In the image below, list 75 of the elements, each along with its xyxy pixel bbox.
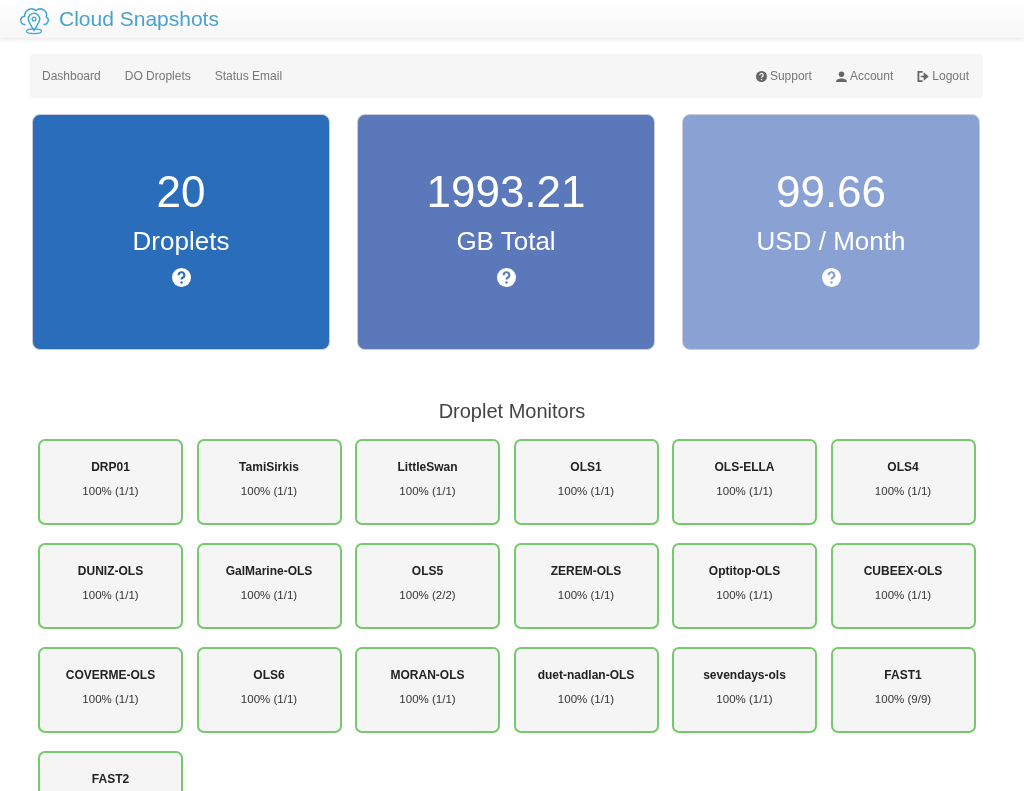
nav-link[interactable]: Dashboard [42, 69, 101, 83]
droplet-name: FAST2 [91, 772, 130, 786]
monitor-card[interactable]: CUBEEX-OLS 100% (1/1) [830, 543, 976, 629]
monitor-card[interactable]: sevendays-ols 100% (1/1) [672, 647, 817, 733]
monitor-card[interactable]: LittleSwan 100% (1/1) [355, 439, 500, 525]
monitor-card[interactable]: DRP01 100% (1/1) [38, 439, 183, 525]
logout-icon [917, 70, 930, 82]
uptime-status: 100% (1/1) [399, 485, 456, 497]
user-icon [835, 70, 847, 82]
monitor-card[interactable]: ZEREM-OLS 100% (1/1) [513, 543, 659, 629]
nav-link[interactable]: Support [755, 69, 812, 83]
nav-link[interactable]: Status Email [214, 69, 283, 83]
help-icon[interactable] [496, 268, 516, 287]
uptime-status: 100% (1/1) [874, 589, 932, 601]
droplet-name: DRP01 [91, 460, 130, 474]
monitor-card[interactable]: Optitop-OLS 100% (1/1) [672, 543, 817, 629]
droplet-name: COVERME-OLS [65, 668, 156, 682]
monitor-card[interactable]: TamiSirkis 100% (1/1) [196, 439, 342, 525]
droplet-name: FAST1 [884, 668, 922, 682]
uptime-status: 100% (1/1) [240, 485, 298, 497]
droplet-name: GalMarine-OLS [225, 564, 313, 578]
uptime-status: 100% (1/1) [240, 693, 298, 705]
stat-value: 99.66 [775, 166, 887, 218]
droplet-name: OLS6 [253, 668, 285, 682]
droplet-name: OLS4 [887, 460, 919, 474]
nav-link[interactable]: DO Droplets [124, 69, 191, 83]
stat-label: Droplets [132, 226, 230, 257]
nav-link[interactable]: Logout [917, 69, 969, 83]
uptime-status: 100% (1/1) [399, 693, 456, 705]
uptime-status: 100% (1/1) [557, 589, 615, 601]
uptime-status: 100% (1/1) [557, 693, 615, 705]
monitor-card[interactable]: DUNIZ-OLS 100% (1/1) [38, 543, 183, 629]
monitor-card[interactable]: OLS5 100% (2/2) [355, 543, 500, 629]
droplet-name: ZEREM-OLS [550, 564, 622, 578]
droplet-name: OLS5 [411, 564, 444, 578]
help-icon [755, 70, 767, 82]
monitor-card[interactable]: OLS-ELLA 100% (1/1) [672, 439, 817, 525]
monitor-card[interactable]: COVERME-OLS 100% (1/1) [38, 647, 183, 733]
uptime-status: 100% (1/1) [874, 485, 932, 497]
uptime-status: 100% (1/1) [557, 485, 615, 497]
uptime-status: 100% (1/1) [716, 485, 773, 497]
stat-label: GB Total [456, 226, 556, 257]
droplet-name: sevendays-ols [703, 668, 786, 682]
droplet-name: DUNIZ-OLS [77, 564, 144, 578]
droplet-name: TamiSirkis [239, 460, 299, 474]
droplet-name: duet-nadlan-OLS [537, 668, 635, 682]
uptime-status: 100% (9/9) [874, 693, 932, 705]
monitor-card[interactable]: GalMarine-OLS 100% (1/1) [196, 543, 342, 629]
section-title: Droplet Monitors [437, 400, 587, 423]
uptime-status: 100% (1/1) [82, 485, 139, 497]
droplet-name: OLS1 [570, 460, 602, 474]
droplet-name: MORAN-OLS [390, 668, 465, 682]
monitor-card[interactable]: MORAN-OLS 100% (1/1) [355, 647, 500, 733]
monitor-card[interactable]: OLS6 100% (1/1) [196, 647, 342, 733]
monitor-card[interactable]: FAST1 100% (9/9) [830, 647, 976, 733]
uptime-status: 100% (1/1) [82, 693, 139, 705]
monitor-card[interactable]: OLS4 100% (1/1) [830, 439, 976, 525]
droplet-name: Optitop-OLS [708, 564, 781, 578]
stat-value: 20 [156, 166, 206, 218]
uptime-status: 100% (1/1) [716, 589, 773, 601]
stat-value: 1993.21 [426, 166, 586, 218]
monitor-card[interactable]: FAST2 [38, 751, 183, 791]
droplet-name: CUBEEX-OLS [863, 564, 943, 578]
monitor-card[interactable]: duet-nadlan-OLS 100% (1/1) [513, 647, 659, 733]
uptime-status: 100% (2/2) [399, 589, 456, 601]
uptime-status: 100% (1/1) [240, 589, 298, 601]
droplet-name: OLS-ELLA [714, 460, 775, 474]
uptime-status: 100% (1/1) [716, 693, 773, 705]
nav-link[interactable]: Account [835, 69, 894, 83]
monitor-card[interactable]: OLS1 100% (1/1) [513, 439, 659, 525]
help-icon[interactable] [171, 268, 191, 287]
help-icon[interactable] [821, 268, 841, 287]
droplet-name: LittleSwan [397, 460, 458, 474]
uptime-status: 100% (1/1) [82, 589, 139, 601]
stat-label: USD / Month [756, 226, 906, 257]
